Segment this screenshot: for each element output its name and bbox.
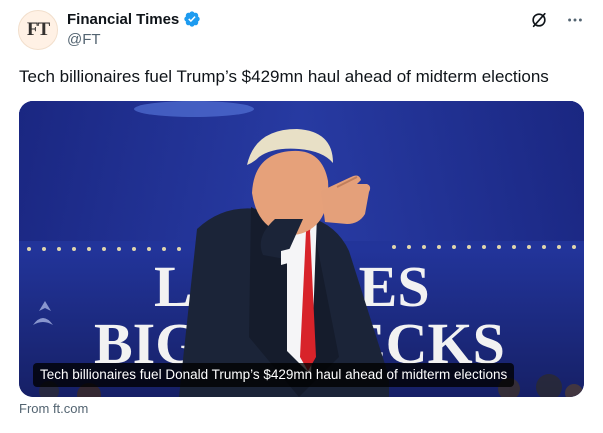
more-horizontal-icon[interactable] bbox=[565, 10, 585, 30]
avatar-logo-text: FT bbox=[26, 19, 50, 40]
card-photo: LO RICES BIGG CHECKS bbox=[19, 101, 584, 397]
tweet-text: Tech billionaires fuel Trump’s $429mn ha… bbox=[19, 67, 549, 86]
card-source[interactable]: From ft.com bbox=[19, 401, 88, 416]
link-card[interactable]: LO RICES BIGG CHECKS bbox=[19, 101, 584, 397]
author-name-row: Financial Times bbox=[67, 10, 201, 28]
top-actions bbox=[529, 10, 585, 30]
verified-badge-icon bbox=[183, 10, 201, 28]
avatar[interactable]: FT bbox=[18, 10, 58, 50]
card-caption: Tech billionaires fuel Donald Trump’s $4… bbox=[33, 363, 515, 387]
slash-circle-icon[interactable] bbox=[529, 10, 549, 30]
display-name[interactable]: Financial Times bbox=[67, 11, 179, 28]
tweet: FT Financial Times @FT Tech billionaires… bbox=[0, 0, 603, 433]
handle[interactable]: @FT bbox=[67, 31, 101, 48]
